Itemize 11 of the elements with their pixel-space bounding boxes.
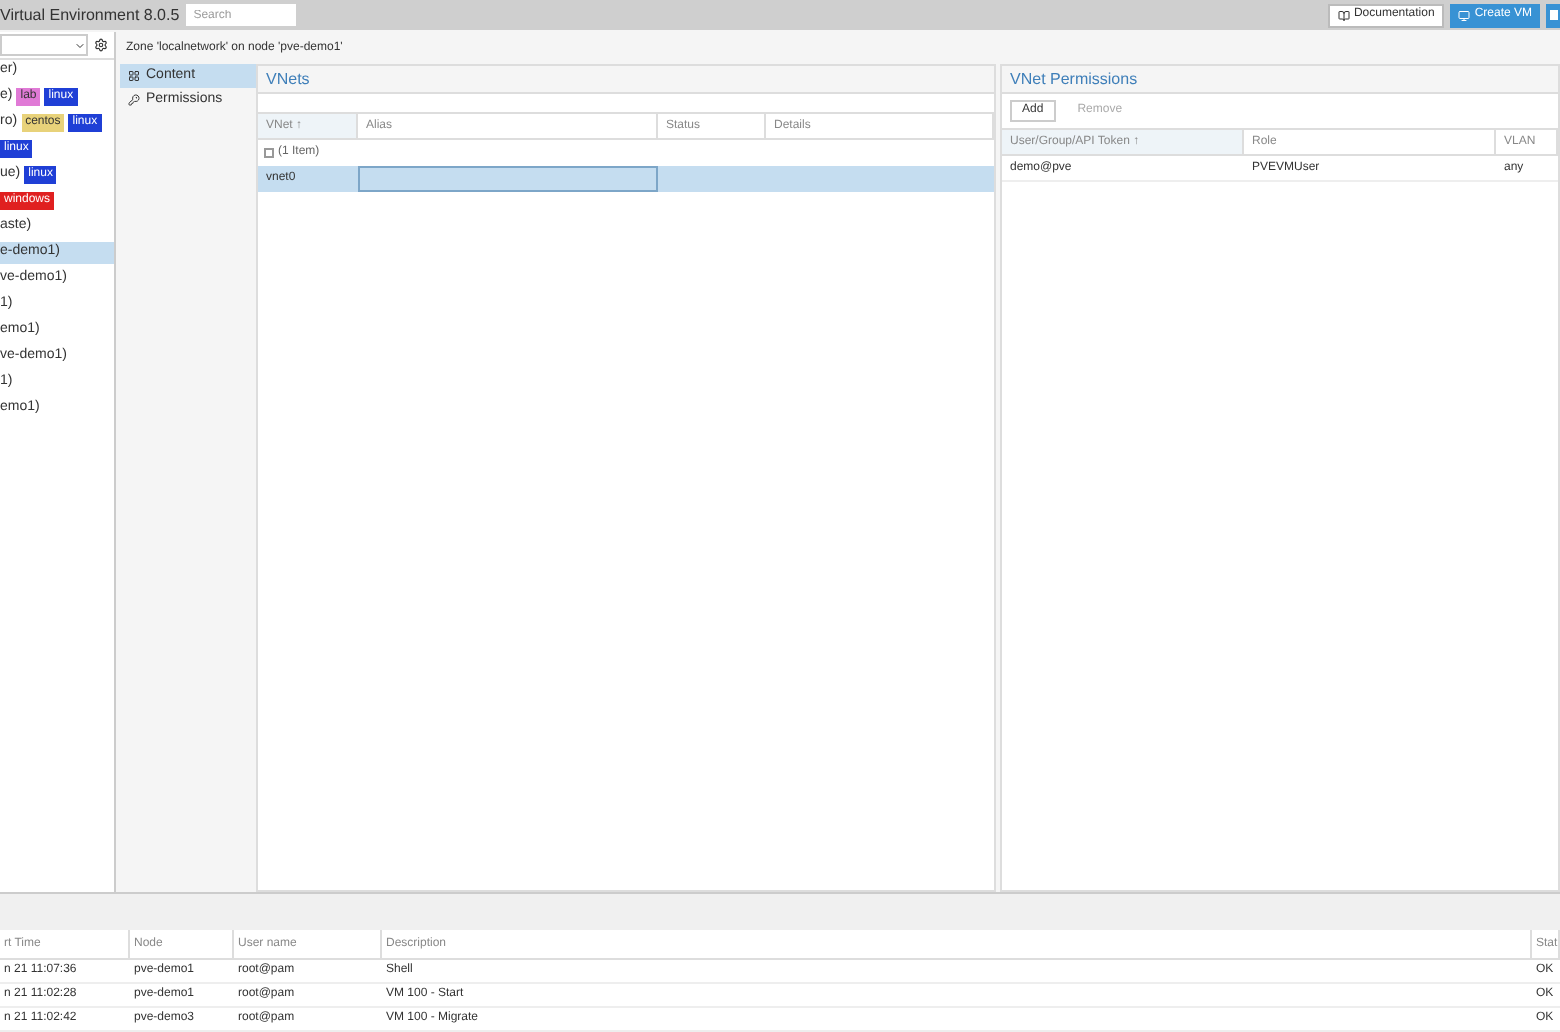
settings-icon xyxy=(94,38,108,52)
app-title: Virtual Environment 8.0.5 xyxy=(0,3,180,27)
key-icon xyxy=(128,94,140,106)
grid-icon xyxy=(128,70,140,82)
collapse-icon xyxy=(264,148,274,158)
create-container-button[interactable] xyxy=(1546,3,1560,27)
monitor-icon xyxy=(1458,9,1471,21)
panel-title: VNets xyxy=(258,66,994,94)
panel-title: VNet Permissions xyxy=(1002,66,1558,94)
chevron-down-icon xyxy=(74,39,86,51)
book-icon xyxy=(1337,9,1350,21)
